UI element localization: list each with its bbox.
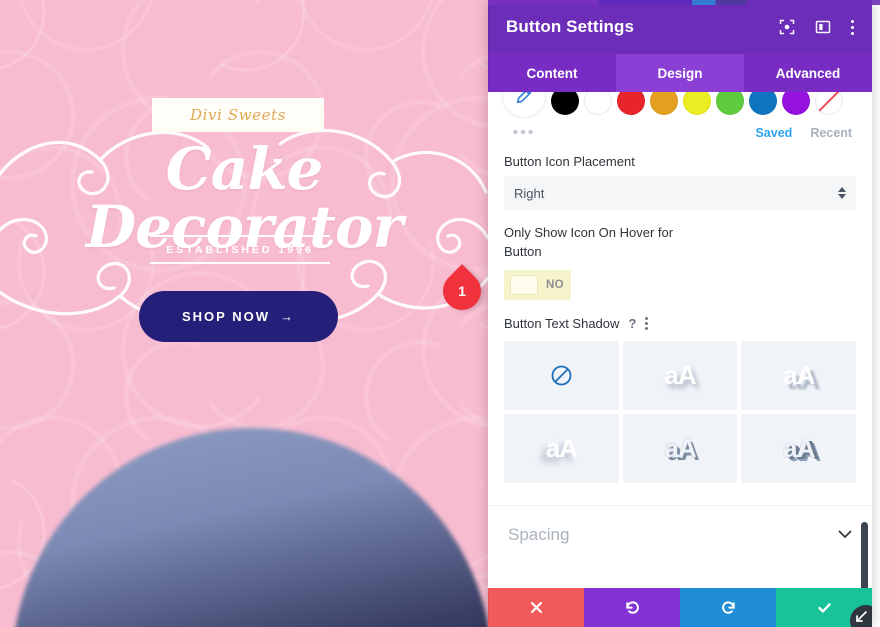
- shadow-preset-outline[interactable]: aA: [622, 413, 738, 483]
- stepper-arrows-icon: [838, 187, 846, 199]
- divider-bottom: [150, 262, 330, 264]
- divider-top: [150, 235, 330, 237]
- swatch-black[interactable]: [551, 92, 579, 115]
- color-swatches: [551, 92, 843, 115]
- arrow-down: [838, 194, 846, 199]
- button-icon-placement-value: Right: [514, 185, 545, 201]
- arrow-right-icon: →: [280, 309, 295, 324]
- browser-chrome-sliver: [488, 0, 880, 5]
- button-icon-placement-select[interactable]: Right: [504, 176, 856, 210]
- swatch-yellow[interactable]: [683, 92, 711, 115]
- shadow-sample: aA: [664, 432, 696, 463]
- dot: [851, 25, 854, 29]
- screen: Divi Sweets Cake Decorator ESTABLISHED 1…: [0, 0, 880, 627]
- recent-colors-link[interactable]: Recent: [810, 126, 852, 140]
- custom-color-picker-button[interactable]: [502, 92, 546, 118]
- color-tabs: Saved Recent: [755, 126, 858, 140]
- swatch-blue[interactable]: [749, 92, 777, 115]
- website-preview: Divi Sweets Cake Decorator ESTABLISHED 1…: [0, 0, 488, 627]
- more-colors-icon[interactable]: •••: [502, 125, 546, 141]
- shadow-preset-hard[interactable]: aA: [741, 340, 856, 410]
- text-shadow-presets: aA aA aA aA aA: [504, 340, 856, 483]
- dot: [851, 19, 854, 23]
- panel-scrollbar[interactable]: [861, 522, 868, 588]
- swatch-none[interactable]: [815, 92, 843, 115]
- focus-icon[interactable]: [779, 19, 795, 35]
- checkmark-icon: [817, 603, 831, 613]
- spacing-section-toggle[interactable]: Spacing: [488, 506, 872, 564]
- swatch-orange[interactable]: [650, 92, 678, 115]
- logo-badge: Divi Sweets: [152, 98, 324, 132]
- undo-button[interactable]: [584, 588, 680, 627]
- panel-body: ••• Saved Recent Button Icon Placement R…: [488, 92, 872, 588]
- panel-header-actions: [779, 19, 854, 35]
- panel-tabs: Content Design Advanced: [488, 54, 872, 92]
- tab-advanced[interactable]: Advanced: [744, 54, 872, 92]
- shop-now-button[interactable]: SHOP NOW →: [139, 291, 338, 342]
- button-icon-placement-field: Button Icon Placement Right: [488, 144, 872, 210]
- layout-panel-icon[interactable]: [815, 19, 831, 35]
- swatch-green[interactable]: [716, 92, 744, 115]
- tab-design[interactable]: Design: [616, 54, 744, 92]
- undo-icon: [625, 601, 639, 614]
- tab-content[interactable]: Content: [488, 54, 616, 92]
- cake-photo: [12, 428, 488, 627]
- help-icon[interactable]: ?: [628, 316, 636, 331]
- spacing-label: Spacing: [508, 524, 570, 544]
- dot: [645, 321, 649, 325]
- icon-on-hover-state: NO: [546, 278, 564, 291]
- shadow-preset-double[interactable]: aA: [741, 413, 856, 483]
- redo-button[interactable]: [680, 588, 776, 627]
- toggle-knob: [510, 274, 538, 295]
- close-x-icon: [530, 601, 542, 614]
- icon-on-hover-toggle[interactable]: NO: [504, 269, 571, 300]
- sprinkles-texture: [12, 428, 488, 627]
- annotation-marker-1: 1: [435, 264, 505, 318]
- swatch-white[interactable]: [584, 92, 612, 115]
- arrow-up: [838, 187, 846, 192]
- dot: [851, 31, 854, 35]
- color-picker-row: [488, 92, 872, 118]
- shadow-sample: aA: [783, 432, 815, 463]
- chevron-down-icon: [838, 530, 852, 539]
- panel-header: Button Settings: [488, 0, 872, 54]
- shadow-sample: aA: [545, 432, 578, 463]
- icon-on-hover-field: Only Show Icon On Hover for Button NO: [488, 210, 872, 300]
- swatch-purple[interactable]: [782, 92, 810, 115]
- button-text-shadow-label: Button Text Shadow: [504, 315, 620, 331]
- swatch-red[interactable]: [617, 92, 645, 115]
- button-settings-panel: Button Settings Content Design Advanced …: [488, 0, 872, 627]
- button-text-shadow-section: Button Text Shadow ? aA aA aA aA aA: [488, 300, 872, 483]
- resize-arrow-icon: [855, 610, 867, 622]
- no-shadow-icon: [551, 365, 572, 386]
- redo-icon: [721, 601, 735, 614]
- close-button[interactable]: [488, 588, 584, 627]
- text-shadow-options-icon[interactable]: [645, 316, 649, 330]
- button-icon-placement-label: Button Icon Placement: [504, 154, 635, 169]
- established-text: ESTABLISHED 1996: [166, 244, 314, 256]
- shadow-preset-left[interactable]: aA: [504, 413, 619, 483]
- shop-now-label: SHOP NOW: [182, 309, 270, 324]
- shadow-preset-soft[interactable]: aA: [622, 340, 738, 410]
- dot: [645, 326, 649, 330]
- saved-colors-link[interactable]: Saved: [755, 126, 792, 140]
- button-text-shadow-header: Button Text Shadow ?: [504, 316, 856, 331]
- shadow-preset-none[interactable]: [504, 340, 619, 410]
- shadow-sample: aA: [783, 359, 815, 390]
- marker-number: 1: [458, 283, 466, 299]
- pencil-icon: [516, 92, 532, 104]
- logo-text: Divi Sweets: [189, 106, 287, 124]
- dot: [645, 316, 649, 320]
- color-options-row: ••• Saved Recent: [488, 118, 872, 144]
- established-block: ESTABLISHED 1996: [150, 235, 330, 264]
- kebab-menu-icon[interactable]: [851, 19, 854, 35]
- icon-on-hover-label: Only Show Icon On Hover for Button: [504, 225, 674, 259]
- shadow-sample: aA: [664, 359, 696, 390]
- panel-title: Button Settings: [506, 17, 635, 36]
- panel-footer: [488, 588, 872, 627]
